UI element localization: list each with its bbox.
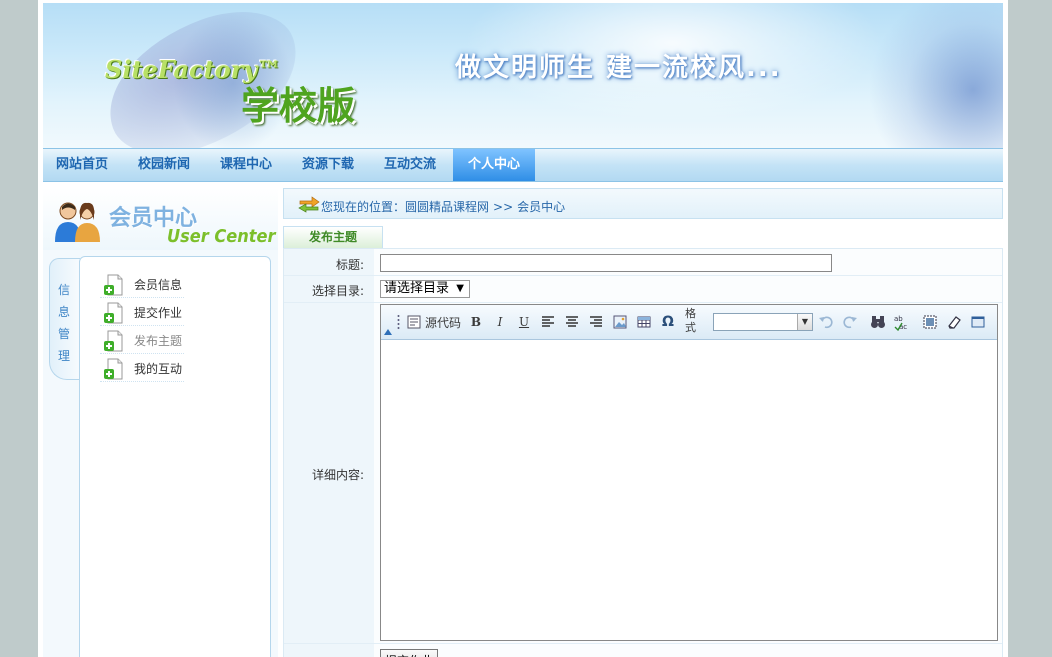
- underline-button[interactable]: U: [515, 313, 533, 331]
- tab-char: 理: [58, 349, 71, 363]
- tab-publish-topic[interactable]: 发布主题: [283, 226, 383, 248]
- menu-label: 会员信息: [134, 278, 183, 292]
- page: SiteFactory™ 学校版 做文明师生 建一流校风... 网站首页 校园新…: [38, 0, 1008, 657]
- redo-icon[interactable]: [841, 313, 859, 331]
- source-code-icon: [407, 315, 421, 329]
- tab-char: 信: [58, 283, 71, 297]
- align-right-icon[interactable]: [587, 313, 605, 331]
- breadcrumb-current[interactable]: 会员中心: [517, 200, 565, 214]
- sidebar: 会员中心 User Center 信 息 管 理 会员信息 提交作业 发布主题 …: [43, 188, 278, 657]
- brand-edition: 学校版: [241, 83, 356, 128]
- banner-slogan: 做文明师生 建一流校风...: [455, 53, 782, 83]
- breadcrumb: 您现在的位置：圆圆精品课程网 >> 会员中心: [283, 188, 1003, 219]
- format-label-line2: 式: [685, 321, 696, 334]
- menu-submit-homework[interactable]: 提交作业: [100, 299, 184, 326]
- bold-button[interactable]: B: [467, 313, 485, 331]
- tab-char: 息: [58, 305, 71, 319]
- show-blocks-icon[interactable]: [921, 313, 939, 331]
- row-divider: [284, 302, 1002, 303]
- title-input[interactable]: [380, 254, 832, 272]
- format-label-line1: 格: [685, 307, 696, 320]
- row-divider: [284, 643, 1002, 644]
- svg-text:ab: ab: [894, 315, 903, 323]
- tab-char: 管: [58, 327, 71, 341]
- menu-member-info[interactable]: 会员信息: [100, 271, 184, 298]
- users-icon: [55, 202, 100, 242]
- add-document-icon: [104, 302, 123, 324]
- nav-campus-news[interactable]: 校园新闻: [125, 149, 203, 181]
- info-manage-tab[interactable]: 信 息 管 理: [49, 258, 80, 380]
- main-nav: 网站首页 校园新闻 课程中心 资源下载 互动交流 个人中心: [43, 148, 1003, 182]
- rich-text-editor: 源代码 B I U Ω 格式 ▼ ab ac: [380, 304, 998, 641]
- maximize-icon[interactable]: [969, 313, 987, 331]
- caret-down-icon: ▼: [797, 314, 812, 330]
- menu-my-interactions[interactable]: 我的互动: [100, 355, 184, 382]
- toolbar-grip-icon: [397, 315, 400, 329]
- exchange-arrows-icon: [298, 196, 320, 213]
- banner-floral-graphic: [853, 3, 1003, 148]
- nav-downloads[interactable]: 资源下载: [289, 149, 367, 181]
- eraser-icon[interactable]: [945, 313, 963, 331]
- find-binoculars-icon[interactable]: [869, 313, 887, 331]
- nav-home[interactable]: 网站首页: [43, 149, 121, 181]
- member-menu-panel: 会员信息 提交作业 发布主题 我的互动: [79, 256, 271, 657]
- special-char-button[interactable]: Ω: [659, 313, 677, 331]
- undo-icon[interactable]: [817, 313, 835, 331]
- menu-label: 发布主题: [134, 334, 183, 348]
- directory-select-value: 请选择目录: [384, 281, 450, 296]
- row-bg: [284, 644, 374, 657]
- breadcrumb-separator: >>: [493, 200, 514, 214]
- nav-personal-center[interactable]: 个人中心: [453, 149, 535, 181]
- caret-down-icon: ▼: [456, 283, 464, 294]
- add-document-icon: [104, 274, 123, 296]
- source-code-button[interactable]: 源代码: [425, 314, 461, 331]
- menu-label: 提交作业: [134, 306, 183, 320]
- insert-table-icon[interactable]: [635, 313, 653, 331]
- row-divider: [284, 275, 1002, 276]
- site-banner: SiteFactory™ 学校版 做文明师生 建一流校风...: [43, 3, 1003, 148]
- breadcrumb-site-link[interactable]: 圆圆精品课程网: [405, 200, 489, 214]
- directory-select[interactable]: 请选择目录 ▼: [380, 280, 470, 298]
- collapse-toolbar-icon[interactable]: [384, 329, 392, 335]
- submit-homework-button[interactable]: 提交作业: [380, 649, 438, 657]
- nav-interaction[interactable]: 互动交流: [371, 149, 449, 181]
- align-center-icon[interactable]: [563, 313, 581, 331]
- editor-content-area[interactable]: [381, 340, 997, 640]
- menu-publish-topic[interactable]: 发布主题: [100, 327, 184, 354]
- publish-form: 标题: 选择目录: 请选择目录 ▼ 详细内容: 源代码 B I U Ω 格 式 …: [283, 248, 1003, 657]
- nav-course-center[interactable]: 课程中心: [207, 149, 285, 181]
- breadcrumb-prefix: 您现在的位置：: [321, 200, 406, 214]
- directory-label: 选择目录:: [311, 284, 364, 298]
- user-center-header: 会员中心 User Center: [43, 188, 278, 250]
- add-document-icon: [104, 358, 123, 380]
- italic-button[interactable]: I: [491, 313, 509, 331]
- editor-toolbar: 源代码 B I U Ω 格式 ▼ ab ac: [381, 305, 997, 340]
- title-label: 标题:: [335, 258, 364, 272]
- insert-image-icon[interactable]: [611, 313, 629, 331]
- align-left-icon[interactable]: [539, 313, 557, 331]
- user-center-subtitle: User Center: [167, 226, 276, 247]
- content-label: 详细内容:: [311, 468, 364, 482]
- add-document-icon: [104, 330, 123, 352]
- menu-label: 我的互动: [134, 362, 183, 376]
- spellcheck-icon[interactable]: abac: [893, 313, 911, 331]
- format-label[interactable]: 格式: [685, 307, 696, 335]
- font-select[interactable]: ▼: [713, 313, 813, 331]
